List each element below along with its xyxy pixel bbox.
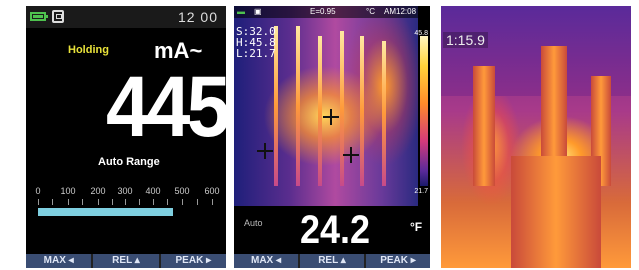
- thermal-status-bar: ▬ ▣ E=0.95 °C AM12:08: [234, 6, 430, 18]
- multimeter-screen: 12 00 Holding mA~ 445 Auto Range 0 100 2…: [26, 6, 226, 268]
- battery-icon: ▬: [237, 7, 245, 16]
- bargraph-fill: [38, 208, 173, 216]
- transformer-body: [511, 156, 601, 268]
- rel-button[interactable]: REL ▴: [300, 254, 364, 268]
- tick-label: 600: [204, 186, 220, 196]
- center-crosshair-icon: [343, 147, 359, 163]
- main-reading: 445: [106, 59, 226, 155]
- timestamp: 1:15.9: [443, 32, 488, 48]
- coldspot-crosshair-icon: [257, 143, 273, 159]
- unit-label: °F: [410, 220, 423, 234]
- softkey-bar: MAX ◂ REL ▴ PEAK ▸: [26, 254, 226, 268]
- max-button[interactable]: MAX ◂: [234, 254, 298, 268]
- scale-ruler: [36, 199, 218, 205]
- hotspot-crosshair-icon: [323, 109, 339, 125]
- low-temp: L:21.7: [236, 47, 276, 60]
- scale-tick-labels: 0 100 200 300 400 500 600: [26, 186, 226, 198]
- max-button[interactable]: MAX ◂: [26, 254, 92, 268]
- insulator-left: [473, 66, 495, 186]
- peak-button[interactable]: PEAK ▸: [160, 254, 226, 268]
- peak-button[interactable]: PEAK ▸: [366, 254, 430, 268]
- analog-bargraph: [38, 208, 220, 216]
- softkey-bar: MAX ◂ REL ▴ PEAK ▸: [234, 254, 430, 268]
- rel-button[interactable]: REL ▴: [93, 254, 159, 268]
- thermal-photo: 1:15.9: [441, 6, 631, 268]
- tick-label: 100: [60, 186, 76, 196]
- battery-icon: [30, 12, 48, 21]
- emissivity: E=0.95: [310, 7, 336, 16]
- tick-label: 500: [174, 186, 190, 196]
- holding-indicator: Holding: [68, 44, 109, 56]
- thermal-camera-screen: ▬ ▣ E=0.95 °C AM12:08 S:32.0 H:45.8 L:21…: [234, 6, 430, 268]
- device-icon: [52, 10, 64, 23]
- device-icon: ▣: [254, 7, 262, 16]
- time: AM12:08: [384, 7, 417, 16]
- main-reading: 24.2: [300, 208, 371, 252]
- tick-label: 0: [35, 186, 41, 196]
- mode-label: Auto: [244, 218, 263, 228]
- tick-label: 400: [145, 186, 161, 196]
- reading-area: Auto 24.2 °F: [234, 206, 430, 254]
- temperature-stats: S:32.0 H:45.8 L:21.7: [236, 26, 276, 59]
- tick-label: 300: [117, 186, 133, 196]
- range-mode: Auto Range: [98, 156, 160, 168]
- temp-unit-indicator: °C: [366, 7, 375, 16]
- tick-label: 200: [90, 186, 106, 196]
- palette-min: 21.7: [414, 188, 428, 195]
- clock: 12 00: [177, 9, 218, 25]
- color-palette-bar: [420, 36, 428, 186]
- status-bar: 12 00: [26, 6, 226, 28]
